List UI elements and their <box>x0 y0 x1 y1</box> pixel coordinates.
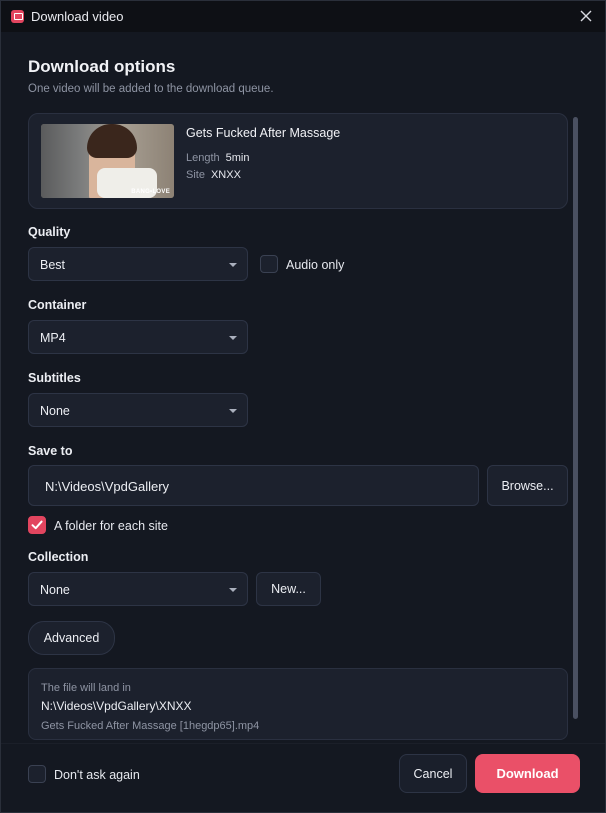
close-icon <box>580 10 592 22</box>
quality-select[interactable]: Best <box>28 247 248 281</box>
advanced-button[interactable]: Advanced <box>28 621 115 655</box>
thumbnail-watermark: BANG•LOVE <box>131 189 170 195</box>
window-title: Download video <box>31 9 124 24</box>
chevron-down-icon <box>229 409 237 413</box>
video-card: BANG•LOVE Gets Fucked After Massage Leng… <box>28 113 568 209</box>
subtitles-label: Subtitles <box>28 371 81 385</box>
video-title: Gets Fucked After Massage <box>186 126 341 140</box>
destination-preview: The file will land in N:\Videos\VpdGalle… <box>28 668 568 740</box>
video-length: Length 5min <box>186 152 250 164</box>
collection-select[interactable]: None <box>28 572 248 606</box>
footer-divider <box>1 743 605 744</box>
download-dialog: Download video Download options One vide… <box>0 0 606 813</box>
container-select[interactable]: MP4 <box>28 320 248 354</box>
close-button[interactable] <box>575 5 597 27</box>
page-title: Download options <box>28 57 176 76</box>
video-thumbnail: BANG•LOVE <box>41 124 174 198</box>
destination-path: N:\Videos\VpdGallery\XNXX <box>41 699 192 713</box>
quality-label: Quality <box>28 225 71 239</box>
title-bar: Download video <box>1 1 605 32</box>
browse-button[interactable]: Browse... <box>487 465 568 506</box>
audio-only-checkbox[interactable] <box>260 255 278 273</box>
page-subtitle: One video will be added to the download … <box>28 83 274 95</box>
chevron-down-icon <box>229 588 237 592</box>
save-to-label: Save to <box>28 444 73 458</box>
audio-only-label: Audio only <box>286 258 345 272</box>
container-label: Container <box>28 298 87 312</box>
cancel-button[interactable]: Cancel <box>399 754 467 793</box>
chevron-down-icon <box>229 336 237 340</box>
subtitles-select[interactable]: None <box>28 393 248 427</box>
folder-per-site-checkbox[interactable] <box>28 516 46 534</box>
chevron-down-icon <box>229 263 237 267</box>
app-icon <box>11 10 24 23</box>
save-path-input[interactable]: N:\Videos\VpdGallery <box>28 465 479 506</box>
destination-note: The file will land in <box>41 682 131 694</box>
scrollbar-thumb[interactable] <box>573 117 578 719</box>
collection-label: Collection <box>28 550 89 564</box>
dont-ask-again-checkbox[interactable] <box>28 765 46 783</box>
destination-filename: Gets Fucked After Massage [1hegdp65].mp4 <box>41 720 260 732</box>
dont-ask-again-label: Don't ask again <box>54 768 140 782</box>
download-button[interactable]: Download <box>475 754 580 793</box>
checkmark-icon <box>31 520 43 530</box>
video-site: Site XNXX <box>186 169 241 181</box>
folder-per-site-label: A folder for each site <box>54 519 168 533</box>
new-collection-button[interactable]: New... <box>256 572 321 606</box>
